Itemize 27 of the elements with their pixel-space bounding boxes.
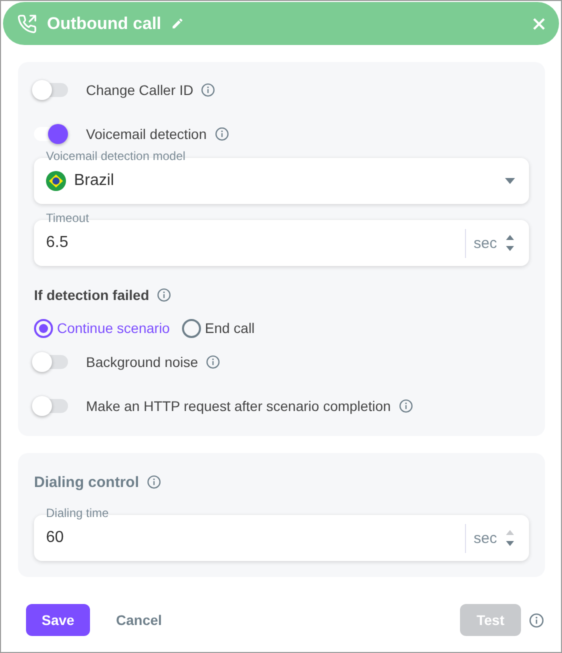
dialog-title: Outbound call <box>47 14 162 34</box>
info-icon[interactable] <box>206 355 220 369</box>
toggle-switch[interactable] <box>34 127 68 141</box>
radio-option[interactable]: End call <box>182 318 255 338</box>
toggle-switch[interactable] <box>34 355 68 369</box>
info-icon[interactable] <box>201 83 216 97</box>
section-heading: If detection failed <box>34 287 150 303</box>
info-icon[interactable] <box>214 127 229 141</box>
radio-option[interactable]: Continue scenario <box>34 318 170 338</box>
info-icon[interactable] <box>147 475 161 489</box>
flag-icon <box>46 171 66 191</box>
toggle-label: Change Caller ID <box>86 82 194 98</box>
toggle-label: Make an HTTP request after scenario completion <box>86 398 391 414</box>
save-button[interactable]: Save <box>26 604 90 636</box>
section-heading: Dialing control <box>34 474 139 490</box>
unit-label: sec <box>464 228 497 258</box>
caret-icon <box>505 178 515 184</box>
info-icon[interactable] <box>529 612 544 628</box>
cancel-button[interactable]: Cancel <box>98 604 180 636</box>
toggle-label: Background noise <box>86 354 198 370</box>
toggle-switch[interactable] <box>34 399 68 413</box>
phone-icon <box>17 14 37 34</box>
toggle-switch[interactable] <box>34 83 68 97</box>
info-icon[interactable] <box>398 399 413 413</box>
toggle-label: Voicemail detection <box>86 126 207 142</box>
info-icon[interactable] <box>157 288 172 302</box>
unit-label: sec <box>464 524 497 552</box>
